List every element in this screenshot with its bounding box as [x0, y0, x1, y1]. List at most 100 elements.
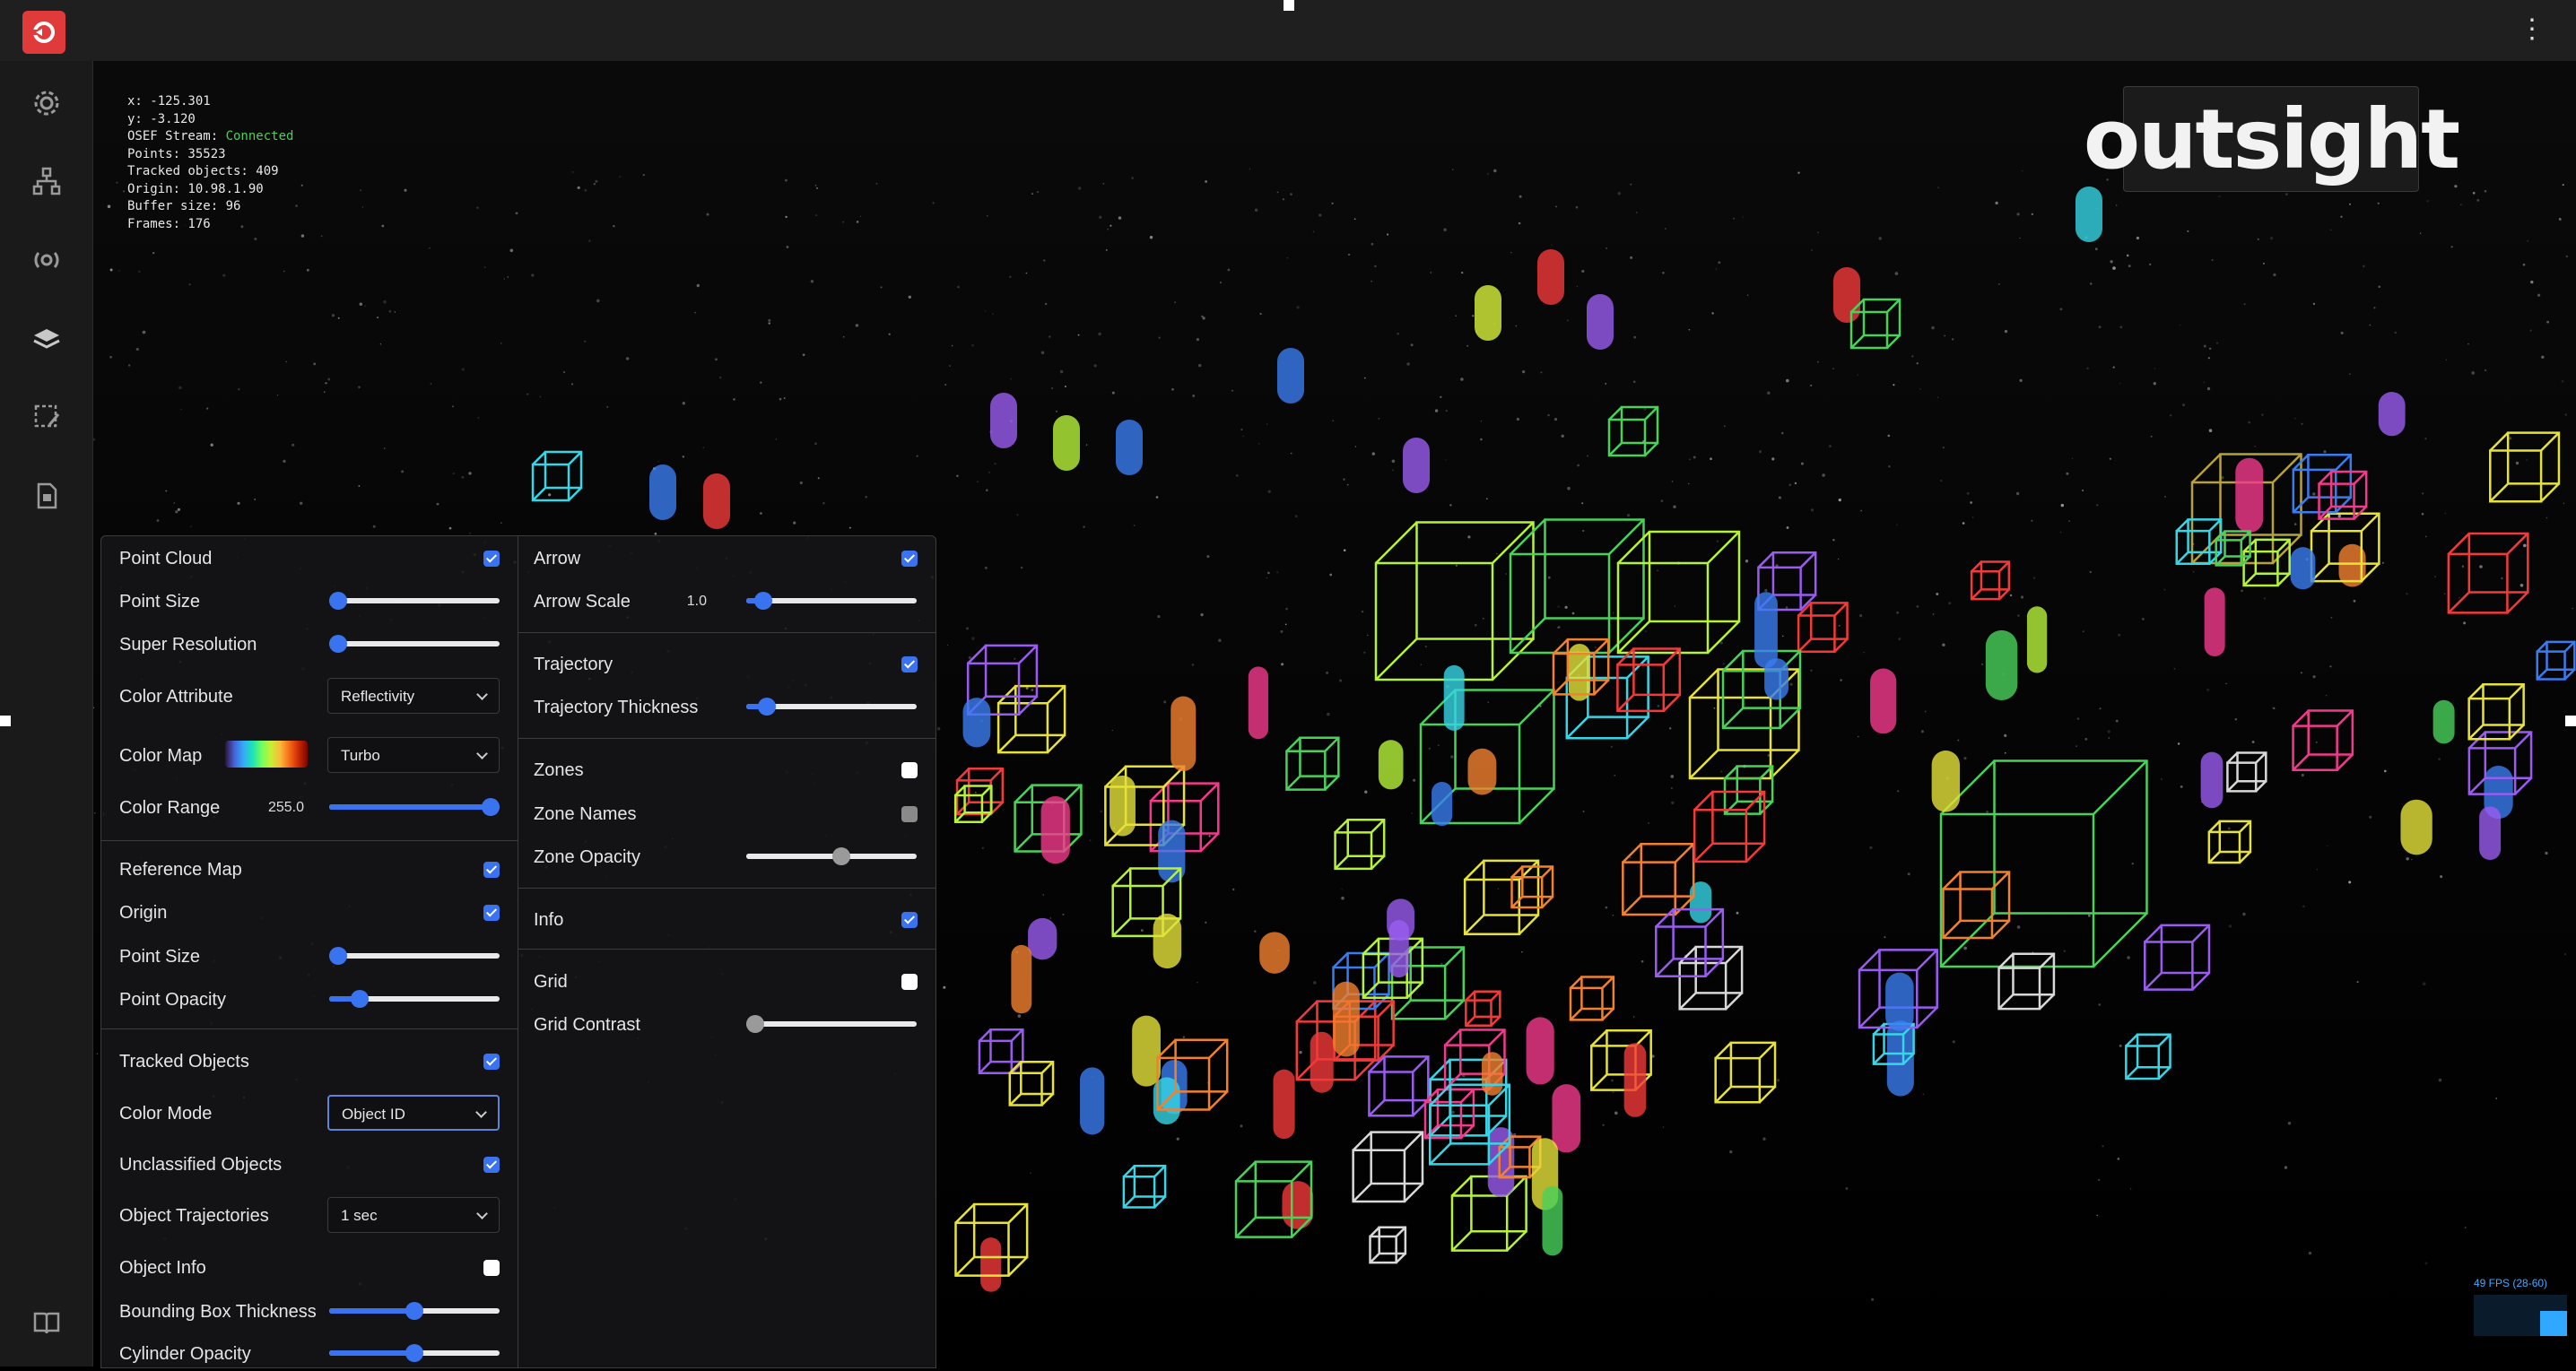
slider-thumb[interactable]: [405, 1344, 423, 1362]
grid-checkbox[interactable]: [901, 974, 918, 990]
trajectory-thickness-label: Trajectory Thickness: [534, 698, 699, 717]
arrow-checkbox[interactable]: [901, 551, 918, 567]
resize-handle[interactable]: [1284, 0, 1294, 11]
point: [1670, 775, 1675, 778]
arrow-scale-slider[interactable]: [746, 592, 917, 610]
object-cylinder: [1833, 267, 1860, 323]
network-icon[interactable]: [29, 163, 65, 199]
object-trajectories-select[interactable]: 1 sec: [327, 1197, 500, 1233]
point: [1640, 959, 1644, 963]
sensor-icon[interactable]: [29, 242, 65, 278]
point: [2302, 905, 2305, 907]
point: [1916, 605, 1919, 608]
point: [1606, 247, 1607, 249]
object-cylinder: [1432, 782, 1453, 827]
zone-edit-icon[interactable]: [29, 399, 65, 435]
app-logo-icon[interactable]: [22, 11, 65, 54]
object-info-checkbox[interactable]: [483, 1260, 500, 1276]
point: [2519, 584, 2524, 587]
point: [539, 395, 542, 398]
unclassified-objects-label: Unclassified Objects: [119, 1155, 283, 1175]
point: [814, 185, 817, 187]
object-cylinder: [1587, 294, 1614, 350]
object-cylinder: [1011, 944, 1032, 1014]
grid-contrast-slider[interactable]: [746, 1015, 917, 1033]
color-mode-select[interactable]: Object ID: [327, 1095, 500, 1131]
trajectory-checkbox[interactable]: [901, 656, 918, 672]
color-range-slider[interactable]: [329, 798, 500, 816]
point: [254, 238, 257, 240]
document-icon[interactable]: [29, 478, 65, 514]
slider-thumb[interactable]: [405, 1302, 423, 1320]
gear-icon[interactable]: [29, 85, 65, 121]
point: [306, 268, 309, 272]
point: [109, 268, 113, 272]
point: [946, 644, 948, 646]
point: [2312, 675, 2316, 679]
point: [295, 204, 298, 207]
tracked-objects-checkbox[interactable]: [483, 1054, 500, 1070]
book-icon[interactable]: [29, 1305, 65, 1341]
super-resolution-slider[interactable]: [329, 635, 500, 653]
object-cylinder: [1754, 592, 1778, 669]
point: [2484, 369, 2487, 372]
point: [1722, 663, 1725, 665]
zone-opacity-slider[interactable]: [746, 847, 917, 865]
point: [2284, 1166, 2288, 1169]
point: [1078, 187, 1082, 190]
slider-thumb[interactable]: [329, 947, 347, 965]
slider-thumb[interactable]: [746, 1015, 764, 1033]
ref-point-size-slider[interactable]: [329, 947, 500, 965]
slider-thumb[interactable]: [832, 847, 851, 865]
point: [657, 460, 659, 462]
point: [2262, 262, 2265, 265]
resize-handle[interactable]: [0, 716, 11, 726]
zones-checkbox[interactable]: [901, 762, 918, 778]
layers-icon[interactable]: [29, 321, 65, 357]
point: [2312, 302, 2315, 305]
zone-names-checkbox[interactable]: [901, 806, 918, 822]
point-cloud-checkbox[interactable]: [483, 551, 500, 567]
reference-map-checkbox[interactable]: [483, 862, 500, 878]
slider-thumb[interactable]: [329, 592, 347, 610]
point: [985, 310, 987, 312]
point: [1235, 474, 1239, 477]
point: [2459, 596, 2461, 599]
point: [2187, 230, 2189, 232]
slider-thumb[interactable]: [329, 635, 347, 653]
point: [1567, 486, 1571, 490]
point: [1472, 315, 1475, 317]
point: [1392, 469, 1394, 471]
bbox-thickness-slider[interactable]: [329, 1302, 500, 1320]
point: [875, 183, 878, 185]
object-cylinder: [1332, 981, 1360, 1057]
unclassified-objects-checkbox[interactable]: [483, 1157, 500, 1173]
point: [2211, 259, 2214, 261]
point-opacity-slider[interactable]: [329, 990, 500, 1008]
origin-checkbox[interactable]: [483, 905, 500, 921]
slider-thumb[interactable]: [757, 698, 776, 716]
point: [2063, 950, 2066, 952]
point: [1715, 268, 1718, 270]
resize-handle[interactable]: [2565, 716, 2576, 726]
slider-thumb[interactable]: [482, 798, 500, 816]
point: [2562, 184, 2564, 187]
trajectory-thickness-slider[interactable]: [746, 698, 917, 716]
divider: [101, 1028, 518, 1029]
cylinder-opacity-slider[interactable]: [329, 1344, 500, 1362]
color-attribute-select[interactable]: Reflectivity: [327, 678, 500, 714]
point-size-slider[interactable]: [329, 592, 500, 610]
point: [1817, 231, 1819, 233]
point: [1182, 1036, 1185, 1038]
slider-thumb[interactable]: [351, 990, 370, 1008]
divider: [518, 632, 936, 633]
kebab-menu-icon[interactable]: ⋮: [2519, 16, 2546, 43]
color-map-select[interactable]: Turbo: [327, 737, 500, 773]
point: [2526, 458, 2528, 462]
point: [127, 364, 131, 367]
slider-thumb[interactable]: [754, 592, 772, 610]
point: [1254, 208, 1258, 212]
info-checkbox[interactable]: [901, 912, 918, 928]
point: [810, 280, 814, 283]
info-x: x: -125.301: [127, 94, 211, 108]
